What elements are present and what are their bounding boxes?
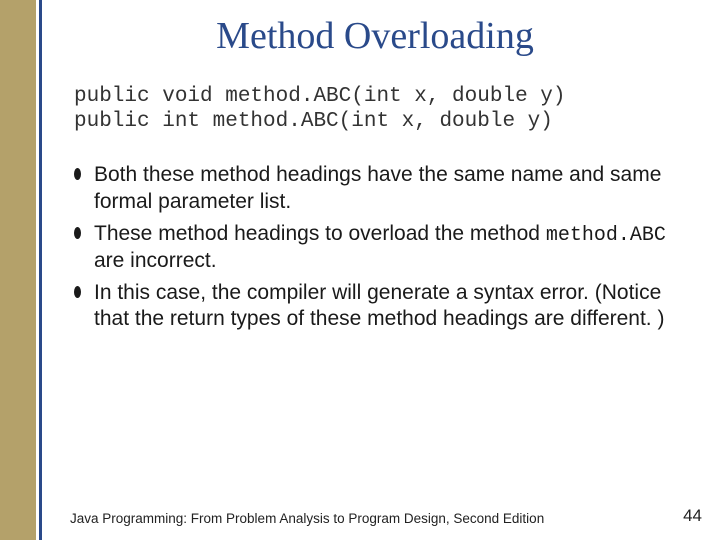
code-line-2: public int method.ABC(int x, double y) [74, 110, 553, 133]
bullet-2-text-a: These method headings to overload the me… [94, 222, 546, 245]
bullet-list: Both these method headings have the same… [70, 162, 680, 332]
side-accent-line [39, 0, 42, 540]
footer-text: Java Programming: From Problem Analysis … [70, 511, 544, 526]
bullet-item-3: In this case, the compiler will generate… [70, 280, 680, 333]
code-block: public void method.ABC(int x, double y) … [74, 84, 680, 134]
slide-content: Method Overloading public void method.AB… [48, 0, 708, 540]
side-accent-bar [0, 0, 36, 540]
bullet-item-2: These method headings to overload the me… [70, 221, 680, 274]
bullet-item-1: Both these method headings have the same… [70, 162, 680, 215]
slide-title: Method Overloading [70, 14, 680, 58]
bullet-2-code: method.ABC [546, 224, 666, 247]
page-number: 44 [683, 506, 702, 526]
bullet-2-text-c: are incorrect. [94, 249, 217, 272]
code-line-1: public void method.ABC(int x, double y) [74, 85, 565, 108]
